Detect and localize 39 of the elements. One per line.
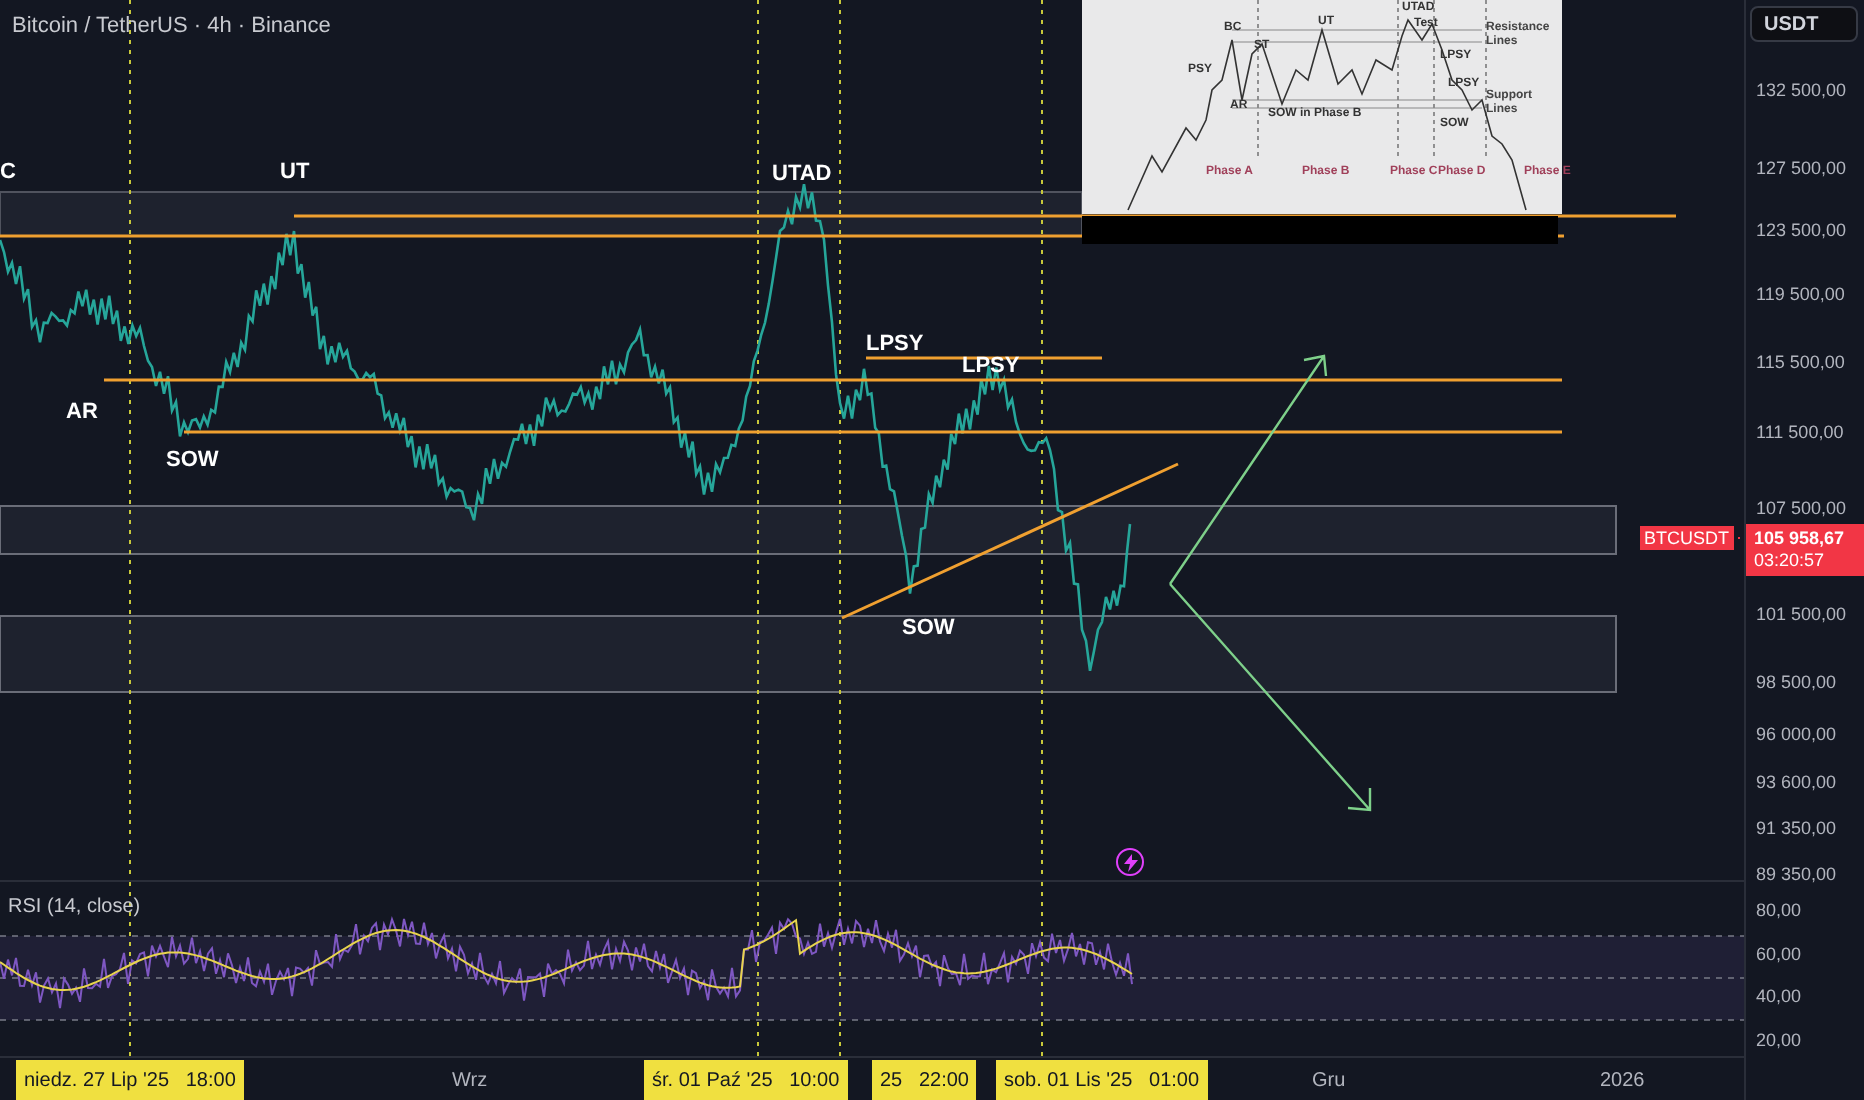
price-tick: 107 500,00 (1756, 496, 1847, 522)
price-tick: 89 350,00 (1756, 862, 1837, 888)
time-label: niedz. 27 Lip '25 18:00 (16, 1060, 244, 1100)
time-label: Gru (1312, 1067, 1346, 1095)
price-tick: 119 500,00 (1756, 282, 1845, 308)
rsi-tick: 20,00 (1756, 1028, 1802, 1054)
wyckoff-label: SOW (902, 614, 955, 644)
time-label: sob. 01 Lis '25 01:00 (996, 1060, 1208, 1100)
rsi-tick: 60,00 (1756, 942, 1802, 968)
symbol-tag: BTCUSDT (1640, 526, 1733, 550)
price-tick: 123 500,00 (1756, 218, 1847, 244)
wyckoff-label: UT (280, 158, 310, 188)
wyckoff-label: SOW (166, 446, 219, 476)
wyckoff-label: UTAD (772, 160, 832, 190)
time-label: 2026 (1600, 1067, 1645, 1095)
last-price: 105 958,67 (1754, 528, 1847, 550)
chart-title: Bitcoin / TetherUS · 4h · Binance (12, 12, 331, 42)
currency-button[interactable]: USDT (1750, 6, 1858, 42)
lightning-icon (1116, 848, 1144, 876)
time-label: Wrz (452, 1067, 488, 1095)
wyckoff-label: LPSY (962, 352, 1020, 382)
price-tick: 93 600,00 (1756, 770, 1837, 796)
time-label: 25 22:00 (872, 1060, 977, 1100)
rsi-tick: 80,00 (1756, 898, 1802, 924)
price-tick: 115 500,00 (1756, 350, 1845, 376)
price-tick: 96 000,00 (1756, 722, 1837, 748)
time-label: śr. 01 Paź '25 10:00 (644, 1060, 848, 1100)
countdown: 03:20:57 (1754, 550, 1827, 572)
price-tick: 127 500,00 (1756, 156, 1847, 182)
rsi-tick: 40,00 (1756, 984, 1802, 1010)
price-tick: 111 500,00 (1756, 420, 1844, 446)
price-tick: 91 350,00 (1756, 816, 1837, 842)
wyckoff-label: LPSY (866, 330, 924, 360)
price-tick: 98 500,00 (1756, 670, 1837, 696)
rsi-title: RSI (14, close) (8, 894, 141, 922)
wyckoff-label: C (0, 158, 16, 188)
price-tick: 132 500,00 (1756, 78, 1847, 104)
wyckoff-label: AR (66, 398, 98, 428)
price-tick: 101 500,00 (1756, 602, 1847, 628)
